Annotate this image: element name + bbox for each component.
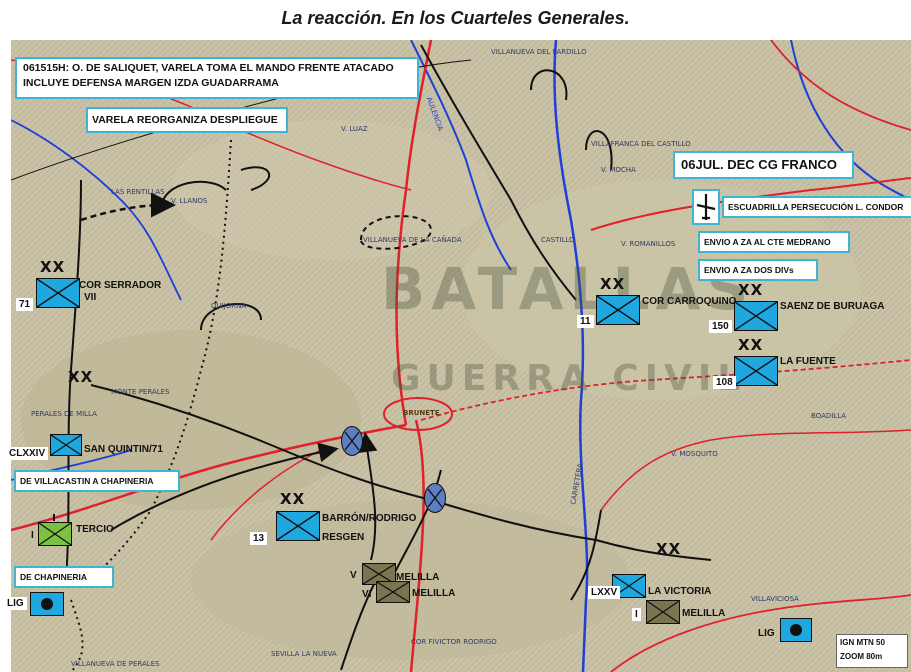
south-boundary-mark: XX xyxy=(656,540,682,558)
place-mosquito: V. MOSQUITO xyxy=(671,450,718,458)
place-monte-perales: MONTE PERALES xyxy=(111,388,170,396)
callout-saliquet: 061515H: O. DE SALIQUET, VARELA TOMA EL … xyxy=(15,57,419,99)
place-villanueva-canada: VILLANUEVA DE LA CAÑADA xyxy=(363,236,462,244)
carroquino-echelon: XX xyxy=(600,275,626,293)
callout-franco: 06JUL. DEC CG FRANCO xyxy=(673,151,854,179)
brigade-oval-1 xyxy=(341,426,363,456)
page: La reacción. En los Cuarteles Generales. xyxy=(0,0,911,672)
callout-dos-divs: ENVIO A ZA DOS DIVs xyxy=(698,259,818,281)
carroquino-number: 11 xyxy=(577,315,594,328)
place-boadilla: BOADILLA xyxy=(811,412,847,420)
la-fuente-echelon: XX xyxy=(738,336,764,354)
san-quintin-number: CLXXIV xyxy=(6,447,49,460)
callout-chapineria: DE CHAPINERIA xyxy=(14,566,114,588)
serrador-name: COR SERRADOR xyxy=(79,280,162,291)
place-rentillas: LAS RENTILLAS xyxy=(111,188,165,196)
callout-villacastin: DE VILLACASTIN A CHAPINERIA xyxy=(14,470,180,492)
la-fuente-unit-symbol xyxy=(734,356,778,386)
lig-west-unit-symbol xyxy=(30,592,64,616)
tercio-name: TERCIO xyxy=(76,524,114,535)
west-boundary-mark: XX xyxy=(68,368,94,386)
melilla-vi-roman: VI xyxy=(362,589,372,600)
place-llanos: V. LLANOS xyxy=(171,197,208,205)
san-quintin-name: SAN QUINTIN/71 xyxy=(84,444,163,455)
tercio-roman: I xyxy=(31,530,34,541)
saenz-echelon: XX xyxy=(738,281,764,299)
serrador-echelon: XX xyxy=(40,258,66,276)
la-fuente-number: 108 xyxy=(713,376,736,389)
place-sevilla-nueva: SEVILLA LA NUEVA xyxy=(271,650,337,658)
carroquino-name: COR CARROQUINO xyxy=(642,296,737,307)
callout-varela: VARELA REORGANIZA DESPLIEGUE xyxy=(86,107,288,133)
barron-name2: RESGEN xyxy=(322,532,365,543)
saenz-name: SAENZ DE BURUAGA xyxy=(780,301,885,312)
callout-saliquet-line2: INCLUYE DEFENSA MARGEN IZDA GUADARRAMA xyxy=(23,77,279,89)
melilla-i-name: MELILLA xyxy=(682,608,726,619)
melilla-i-roman: I xyxy=(632,608,641,621)
callout-source: IGN MTN 50 ZOOM 80m xyxy=(836,634,908,668)
barron-unit-symbol xyxy=(276,511,320,541)
lig-west-name: LIG xyxy=(4,597,27,610)
place-romanillos: V. ROMANILLOS xyxy=(621,240,676,248)
lig-east-unit-symbol xyxy=(780,618,812,642)
la-victoria-name: LA VICTORIA xyxy=(648,586,712,597)
tercio-echelon-tick xyxy=(53,514,55,521)
place-brunete: BRUNETE xyxy=(403,409,440,417)
lig-east-name: LIG xyxy=(758,628,775,639)
place-luaz: V. LUAZ xyxy=(341,125,368,133)
saenz-number: 150 xyxy=(709,320,732,333)
la-fuente-name: LA FUENTE xyxy=(780,356,836,367)
melilla-i-unit-symbol xyxy=(646,600,680,624)
place-villanueva-perales: VILLANUEVA DE PERALES xyxy=(71,660,160,668)
callout-condor: ESCUADRILLA PERSECUCIÓN L. CONDOR xyxy=(722,196,911,218)
barron-name1: BARRÓN/RODRIGO xyxy=(322,513,417,524)
source-line1: IGN MTN 50 xyxy=(840,638,885,647)
condor-icon xyxy=(692,189,720,225)
melilla-v-roman: V xyxy=(350,570,357,581)
barron-echelon: XX xyxy=(280,490,306,508)
place-villaviciosa: VILLAVICIOSA xyxy=(751,595,799,603)
callout-saliquet-line1: 061515H: O. DE SALIQUET, VARELA TOMA EL … xyxy=(23,62,394,74)
melilla-vi-unit-symbol xyxy=(376,581,410,603)
barron-number: 13 xyxy=(250,532,268,545)
tercio-unit-symbol xyxy=(38,522,72,546)
callout-medrano: ENVIO A ZA AL CTE MEDRANO xyxy=(698,231,850,253)
place-quijorna: QUIJORNA xyxy=(211,302,247,310)
la-victoria-number: LXXV xyxy=(588,586,621,599)
serrador-roman: VII xyxy=(84,292,97,303)
place-mocha: V. MOCHA xyxy=(601,166,636,174)
melilla-vi-name: MELILLA xyxy=(412,588,456,599)
saenz-unit-symbol xyxy=(734,301,778,331)
carroquino-unit-symbol xyxy=(596,295,640,325)
serrador-unit-symbol xyxy=(36,278,80,308)
brigade-oval-2 xyxy=(424,483,446,513)
place-perales-milla: PERALES DE MILLA xyxy=(31,410,97,418)
watermark-line2: GUERRA CIVIL xyxy=(391,358,747,399)
place-villanueva-pardillo: VILLANUEVA DEL PARDILLO xyxy=(491,48,587,56)
san-quintin-unit-symbol xyxy=(50,434,82,456)
place-castillo: CASTILLO xyxy=(541,236,575,244)
source-line2: ZOOM 80m xyxy=(840,652,883,661)
serrador-number: 71 xyxy=(16,298,34,311)
place-cor-elvictor: COR FIVICTOR RODRIGO xyxy=(411,638,497,646)
place-villafranca: VILLAFRANCA DEL CASTILLO xyxy=(591,140,691,148)
page-title: La reacción. En los Cuarteles Generales. xyxy=(281,8,630,28)
